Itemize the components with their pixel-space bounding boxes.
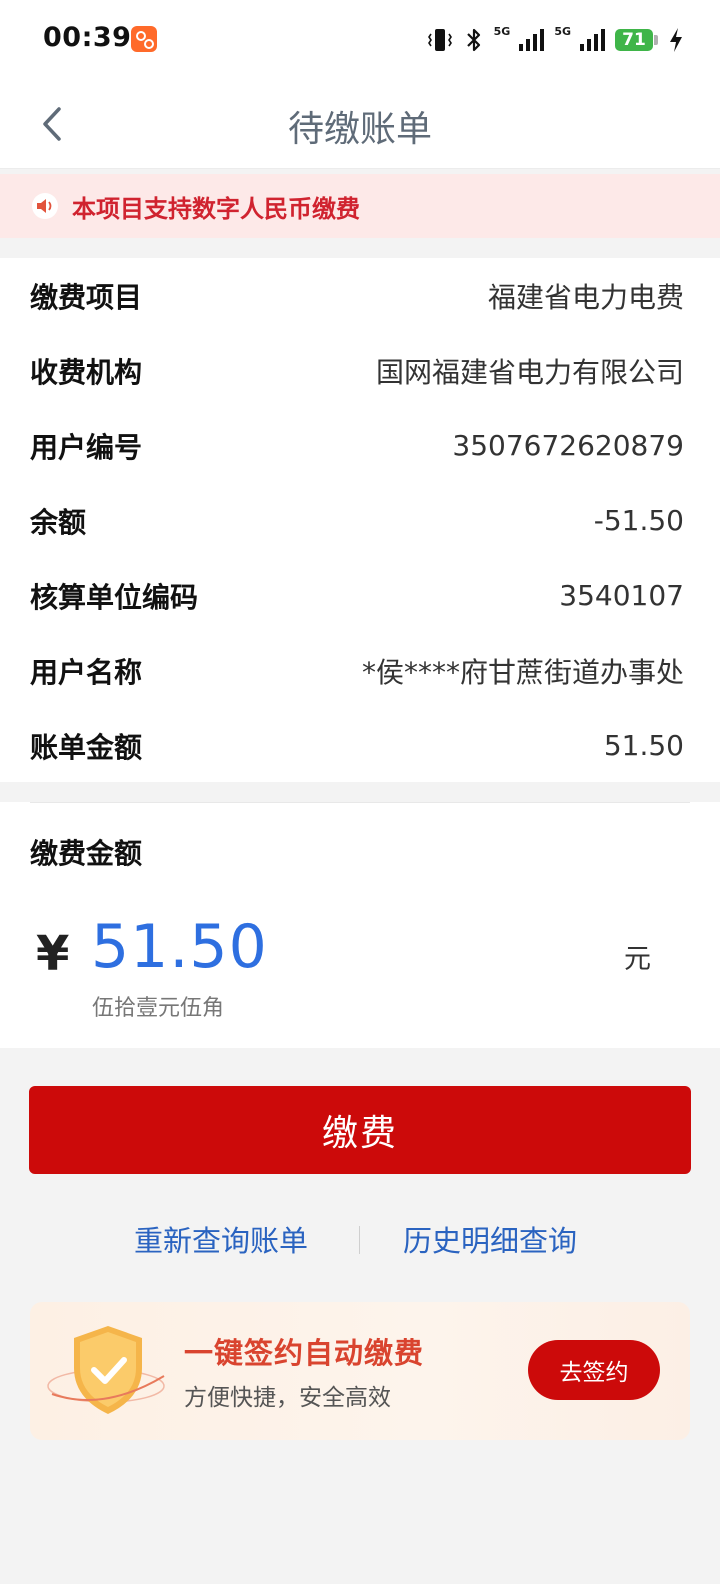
info-value: 51.50 (603, 729, 684, 762)
charging-icon (670, 28, 682, 52)
sign-up-button[interactable]: 去签约 (528, 1340, 660, 1400)
requery-bill-link[interactable]: 重新查询账单 (134, 1218, 308, 1260)
amount-chinese-text: 伍拾壹元伍角 (92, 996, 225, 1021)
status-time: 00:39 (43, 22, 132, 53)
battery-indicator: 71 (615, 29, 658, 51)
info-value: -51.50 (593, 504, 684, 537)
info-row-balance: 余额 -51.50 (30, 483, 684, 558)
signal-icon (519, 29, 545, 51)
divider (30, 802, 690, 803)
signal-icon-2 (580, 29, 605, 51)
info-value: 国网福建省电力有限公司 (375, 355, 684, 389)
nav-bar: 待缴账单 (0, 80, 720, 169)
bill-info-card: 缴费项目 福建省电力电费 收费机构 国网福建省电力有限公司 用户编号 35076… (0, 258, 720, 782)
info-label: 用户名称 (30, 655, 143, 689)
notice-text: 本项目支持数字人民币缴费 (72, 194, 360, 223)
network-type-label: 5G (493, 24, 511, 38)
banner-subtitle: 方便快捷，安全高效 (184, 1385, 391, 1411)
network-type-label-2: 5G (554, 24, 571, 38)
info-row-user-number: 用户编号 3507672620879 (30, 408, 684, 483)
app-notification-icon (131, 26, 157, 52)
info-row-unit-code: 核算单位编码 3540107 (30, 558, 684, 633)
action-links: 重新查询账单 历史明细查询 (0, 1210, 720, 1270)
info-value: 3507672620879 (452, 429, 684, 462)
payment-amount-label: 缴费金额 (30, 837, 143, 870)
info-label: 账单金额 (30, 730, 143, 764)
link-separator (359, 1226, 360, 1254)
info-value: *侯****府甘蔗街道办事处 (361, 655, 684, 689)
currency-unit: 元 (624, 944, 651, 975)
info-label: 用户编号 (30, 430, 143, 464)
status-bar: 00:39 5G 5G 71 (0, 0, 720, 80)
info-label: 核算单位编码 (30, 580, 199, 614)
info-row-user-name: 用户名称 *侯****府甘蔗街道办事处 (30, 633, 684, 708)
payment-amount-card: 缴费金额 ¥ 51.50 伍拾壹元伍角 元 (0, 802, 720, 1048)
currency-symbol: ¥ (36, 926, 70, 982)
info-row-bill-amount: 账单金额 51.50 (30, 708, 684, 783)
info-value: 福建省电力电费 (487, 280, 684, 314)
pay-button[interactable]: 缴费 (29, 1086, 691, 1174)
info-label: 余额 (30, 505, 87, 539)
banner-title: 一键签约自动缴费 (184, 1336, 425, 1370)
auto-pay-banner[interactable]: 一键签约自动缴费 方便快捷，安全高效 去签约 (30, 1302, 690, 1440)
battery-tip (654, 35, 658, 45)
digital-rmb-notice: 本项目支持数字人民币缴费 (0, 174, 720, 238)
payment-amount-input[interactable]: 51.50 (91, 912, 268, 982)
info-label: 收费机构 (30, 355, 143, 389)
info-label: 缴费项目 (30, 280, 143, 314)
vibrate-icon (427, 29, 452, 51)
status-icons: 5G 5G 71 (426, 24, 684, 56)
bluetooth-icon (466, 28, 480, 52)
page-title: 待缴账单 (287, 109, 432, 150)
speaker-icon (32, 193, 58, 219)
shield-icon (44, 1316, 174, 1428)
battery-level: 71 (615, 29, 653, 51)
info-value: 3540107 (559, 579, 684, 612)
history-detail-link[interactable]: 历史明细查询 (403, 1218, 577, 1260)
info-row-institution: 收费机构 国网福建省电力有限公司 (30, 333, 684, 408)
info-row-item: 缴费项目 福建省电力电费 (30, 258, 684, 333)
